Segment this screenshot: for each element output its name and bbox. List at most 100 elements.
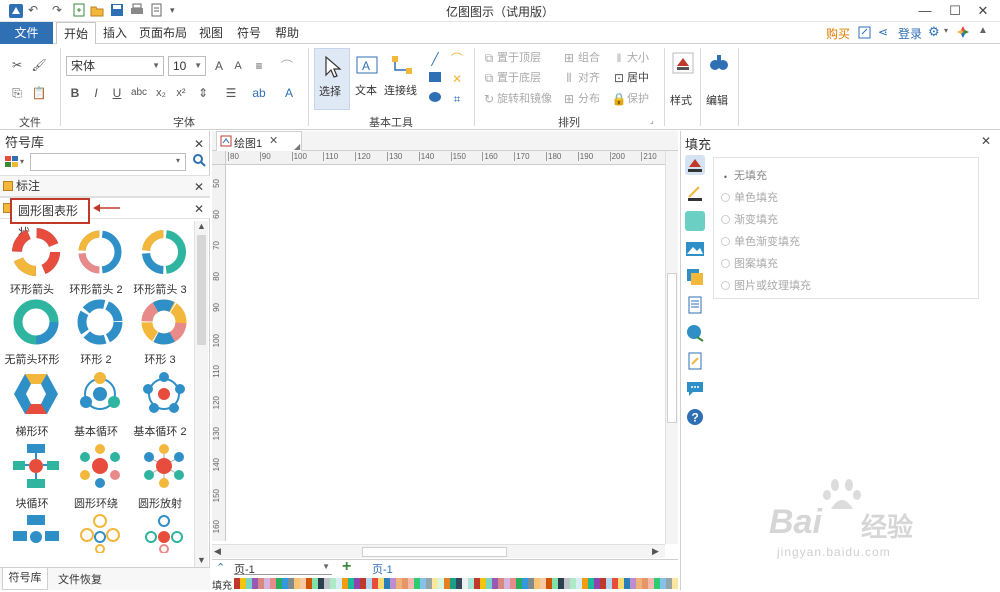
settings-dropdown-icon[interactable]: ▾ [944,26,948,35]
style-button[interactable]: 样式 [668,48,698,110]
shape-ring-arrow-2[interactable]: 环形箭头 2 [64,227,128,297]
shape-ring-3[interactable]: 环形 3 [128,297,192,367]
protect-icon[interactable]: 🔒 [610,90,628,108]
shape-circular-radial[interactable]: 圆形放射 [128,441,192,511]
tab-view[interactable]: 视图 [194,22,228,44]
line-spacing-icon[interactable]: ⇕ [194,84,212,102]
fill-option-pattern[interactable]: 图案填充 [721,255,778,271]
distribute-button[interactable]: 分布 [578,90,600,108]
theme-icon[interactable] [956,25,970,42]
center-button[interactable]: 居中 [627,69,649,87]
page-selector[interactable]: 页-1 ▼ [234,561,332,576]
size-button[interactable]: 大小 [627,49,649,67]
library-grid-icon[interactable] [4,155,20,172]
tab-help[interactable]: 帮助 [270,22,304,44]
library-dropdown-icon[interactable]: ▾ [20,157,24,166]
line-tool-icon[interactable]: ╱ [426,50,444,68]
page-tab-1[interactable]: 页-1 [372,561,393,577]
ellipse-tool-icon[interactable] [426,90,444,108]
shape-partial-2[interactable] [64,513,128,561]
close-window-button[interactable]: ✕ [968,1,998,21]
shape-basic-cycle[interactable]: 基本循环 [64,369,128,439]
fill-option-solid[interactable]: 单色填充 [721,189,778,205]
tab-file[interactable]: 文件 [0,22,53,44]
shape-trapezoid-ring[interactable]: 梯形环 [0,369,64,439]
bring-front-button[interactable]: 置于顶层 [497,49,541,67]
minimize-button[interactable]: — [910,1,940,21]
page-properties-icon[interactable] [685,295,705,315]
search-scope-dropdown-icon[interactable]: ▾ [176,156,180,165]
shrink-font-icon[interactable]: A [229,57,247,75]
align-text-icon[interactable]: ≡ [250,57,268,75]
fill-option-picture-texture[interactable]: 图片或纹理填充 [721,277,811,293]
edit-button[interactable]: 编辑 [704,48,734,110]
close-category-icon[interactable]: ✕ [194,199,204,219]
size-icon[interactable]: ‖ [610,49,628,67]
group-button[interactable]: 组合 [578,49,600,67]
shape-ring-arrow[interactable]: 环形箭头 [0,227,64,297]
hyperlink-globe-icon[interactable] [685,323,705,343]
shape-partial-1[interactable] [0,513,64,561]
symbol-scrollbar[interactable]: ▲ ▼ [194,221,208,569]
strikethrough-icon[interactable]: abc [130,84,148,102]
add-page-icon[interactable]: + [342,558,351,576]
color-swatch[interactable] [672,578,678,589]
scrollbar-thumb[interactable] [197,235,206,345]
line-style-icon[interactable] [685,183,705,203]
fill-option-none[interactable]: • 无填充 [721,167,767,183]
select-tool-button[interactable]: 选择 [314,48,350,110]
symbol-search-input[interactable] [30,153,186,171]
shadow-icon[interactable] [685,211,705,231]
center-icon[interactable]: ⊡ [610,69,628,87]
canvas-hscroll-thumb[interactable] [362,547,507,557]
image-icon[interactable] [685,239,705,259]
help-icon[interactable]: ? [685,407,705,427]
italic-icon[interactable]: I [87,84,105,102]
bold-icon[interactable]: B [66,84,84,102]
category-callout[interactable]: 标注 ✕ [0,175,210,197]
connector-tool-button[interactable]: 连接线 [384,48,420,110]
close-doc-tab-icon[interactable]: ✕ [269,134,278,147]
curve-tool-icon[interactable]: ⌒ [448,50,466,68]
scroll-up-icon[interactable]: ▲ [197,221,206,231]
font-name-select[interactable]: 宋体 ▼ [66,56,164,76]
close-fill-panel-icon[interactable]: ✕ [981,134,991,148]
fill-option-gradient[interactable]: 渐变填充 [721,211,778,227]
send-back-icon[interactable]: ⧉ [480,69,498,87]
tab-insert[interactable]: 插入 [98,22,132,44]
maximize-button[interactable]: ☐ [940,1,970,21]
comment-icon[interactable] [685,379,705,399]
search-icon[interactable] [192,153,206,170]
align-icon[interactable]: ⫴ [560,69,578,87]
close-symbol-panel-icon[interactable]: ✕ [194,133,204,155]
tab-symbol-library[interactable]: 符号库 [2,568,48,590]
paste-icon[interactable]: 📋 [30,84,48,102]
cross-tool-icon[interactable]: ✕ [448,70,466,88]
tab-home[interactable]: 开始 [56,22,96,45]
underline-icon[interactable]: U [108,84,126,102]
text-path-icon[interactable]: ⌒ [278,57,296,75]
tab-menu-icon[interactable]: ◢ [294,142,300,151]
cut-icon[interactable]: ✂ [8,56,26,74]
font-size-select[interactable]: 10 ▼ [168,56,206,76]
shape-partial-3[interactable] [128,513,192,561]
shape-ring-arrow-3[interactable]: 环形箭头 3 [128,227,192,297]
group-icon[interactable]: ⊞ [560,49,578,67]
bullet-list-icon[interactable]: ☰ [222,84,240,102]
share-window-icon[interactable] [858,26,871,42]
distribute-icon[interactable]: ⊞ [560,90,578,108]
canvas-vertical-scrollbar[interactable] [665,151,678,544]
page-bar-collapse-icon[interactable]: ⌃ [216,561,225,574]
note-icon[interactable] [685,351,705,371]
align-button[interactable]: 对齐 [578,69,600,87]
crop-tool-icon[interactable]: ⌗ [448,90,466,108]
canvas-horizontal-scrollbar[interactable]: ◀ ▶ [212,544,665,558]
color-swatches[interactable] [234,578,678,589]
canvas-vscroll-thumb[interactable] [667,273,677,423]
layers-icon[interactable] [685,267,705,287]
tab-symbol[interactable]: 符号 [232,22,266,44]
font-color-icon[interactable]: A [280,84,298,102]
share-icon[interactable]: ⋖ [878,25,888,39]
close-category-icon[interactable]: ✕ [194,177,204,197]
rectangle-tool-icon[interactable] [426,70,444,88]
